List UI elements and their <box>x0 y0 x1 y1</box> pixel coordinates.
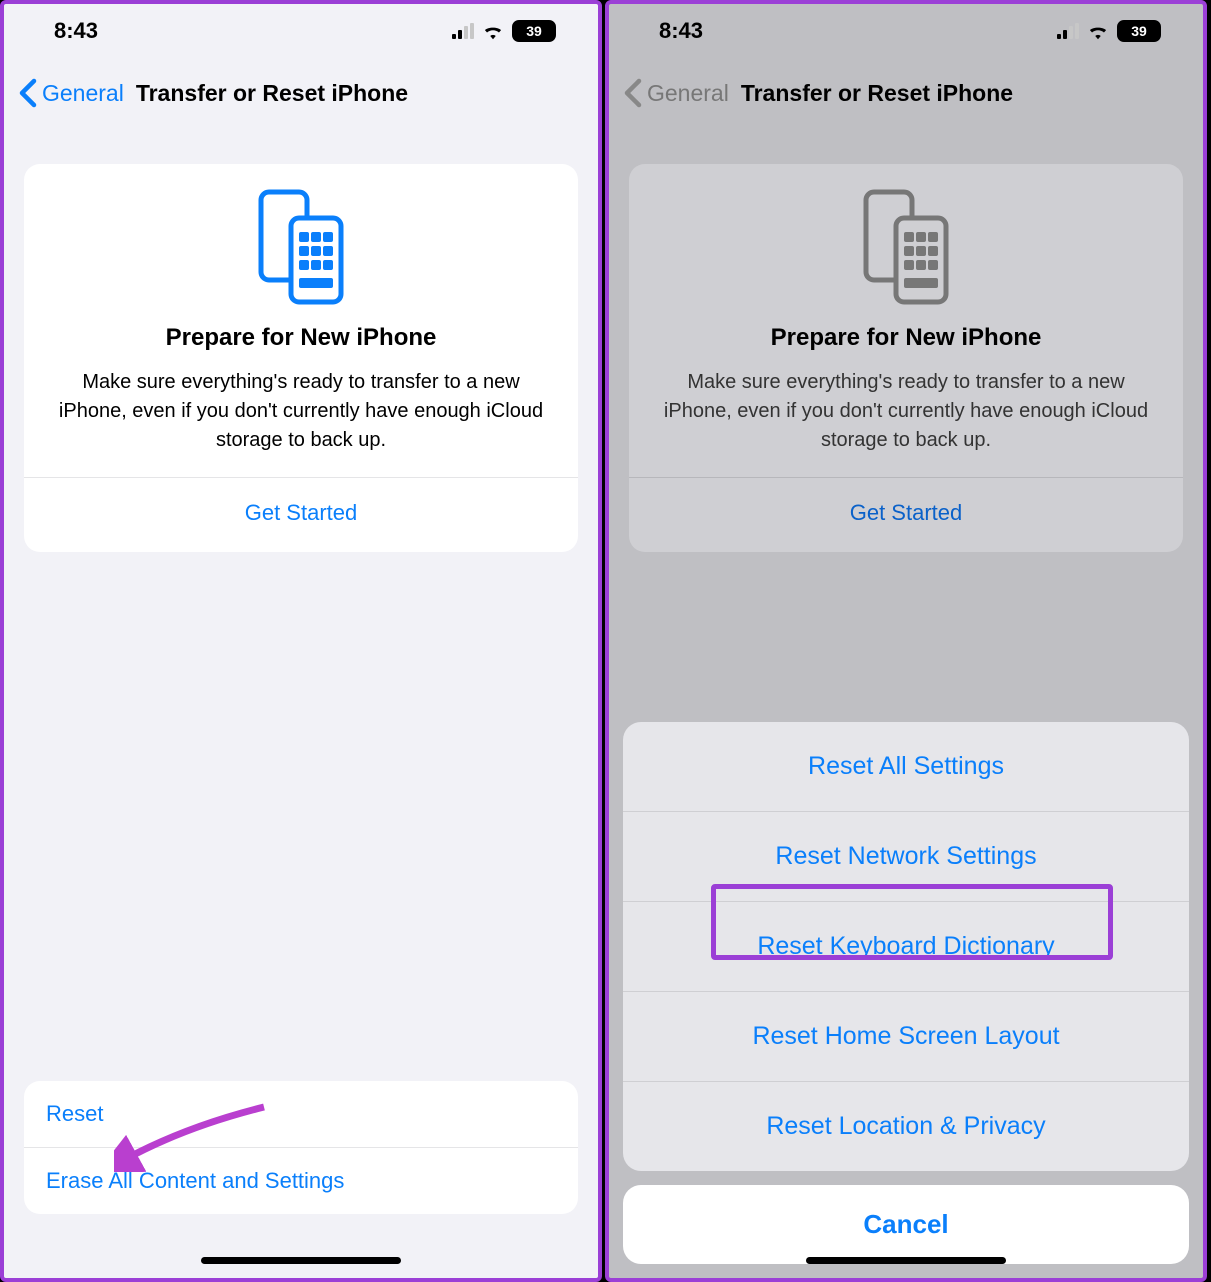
card-heading: Prepare for New iPhone <box>42 324 560 352</box>
battery-icon: 39 <box>512 20 556 42</box>
sheet-option-reset-location[interactable]: Reset Location & Privacy <box>623 1081 1189 1171</box>
reset-row[interactable]: Reset <box>24 1081 578 1147</box>
prepare-card: Prepare for New iPhone Make sure everyth… <box>629 164 1183 552</box>
transfer-illustration <box>647 188 1165 308</box>
battery-icon: 39 <box>1117 20 1161 42</box>
back-chevron-icon[interactable] <box>18 78 38 108</box>
nav-header: General Transfer or Reset iPhone <box>609 58 1203 126</box>
cancel-button[interactable]: Cancel <box>623 1185 1189 1264</box>
status-right: 39 <box>452 20 556 42</box>
bottom-option-list: Reset Erase All Content and Settings <box>24 1081 578 1214</box>
wifi-icon <box>482 22 504 40</box>
sheet-option-reset-home[interactable]: Reset Home Screen Layout <box>623 991 1189 1081</box>
status-bar: 8:43 39 <box>4 4 598 58</box>
wifi-icon <box>1087 22 1109 40</box>
screenshot-left: 8:43 39 General Transfer or Reset iPhone… <box>0 0 602 1282</box>
sheet-option-reset-keyboard[interactable]: Reset Keyboard Dictionary <box>623 901 1189 991</box>
back-button: General <box>647 80 729 107</box>
screenshot-right: 8:43 39 General Transfer or Reset iPhone… <box>605 0 1207 1282</box>
back-chevron-icon <box>623 78 643 108</box>
reset-action-sheet: Reset All Settings Reset Network Setting… <box>623 722 1189 1171</box>
page-title: Transfer or Reset iPhone <box>741 80 1013 107</box>
home-indicator[interactable] <box>806 1257 1006 1264</box>
back-button[interactable]: General <box>42 80 124 107</box>
status-right: 39 <box>1057 20 1161 42</box>
sheet-option-reset-all[interactable]: Reset All Settings <box>623 722 1189 811</box>
status-time: 8:43 <box>54 18 98 44</box>
erase-row[interactable]: Erase All Content and Settings <box>24 1147 578 1214</box>
prepare-card: Prepare for New iPhone Make sure everyth… <box>24 164 578 552</box>
signal-icon <box>1057 23 1079 39</box>
transfer-illustration <box>42 188 560 308</box>
action-sheet-container: Reset All Settings Reset Network Setting… <box>609 722 1203 1278</box>
get-started-button: Get Started <box>647 478 1165 552</box>
card-body: Make sure everything's ready to transfer… <box>647 368 1165 455</box>
status-bar: 8:43 39 <box>609 4 1203 58</box>
sheet-option-reset-network[interactable]: Reset Network Settings <box>623 811 1189 901</box>
signal-icon <box>452 23 474 39</box>
card-body: Make sure everything's ready to transfer… <box>42 368 560 455</box>
page-title: Transfer or Reset iPhone <box>136 80 408 107</box>
card-heading: Prepare for New iPhone <box>647 324 1165 352</box>
status-time: 8:43 <box>659 18 703 44</box>
nav-header: General Transfer or Reset iPhone <box>4 58 598 126</box>
home-indicator[interactable] <box>201 1257 401 1264</box>
get-started-button[interactable]: Get Started <box>42 478 560 552</box>
